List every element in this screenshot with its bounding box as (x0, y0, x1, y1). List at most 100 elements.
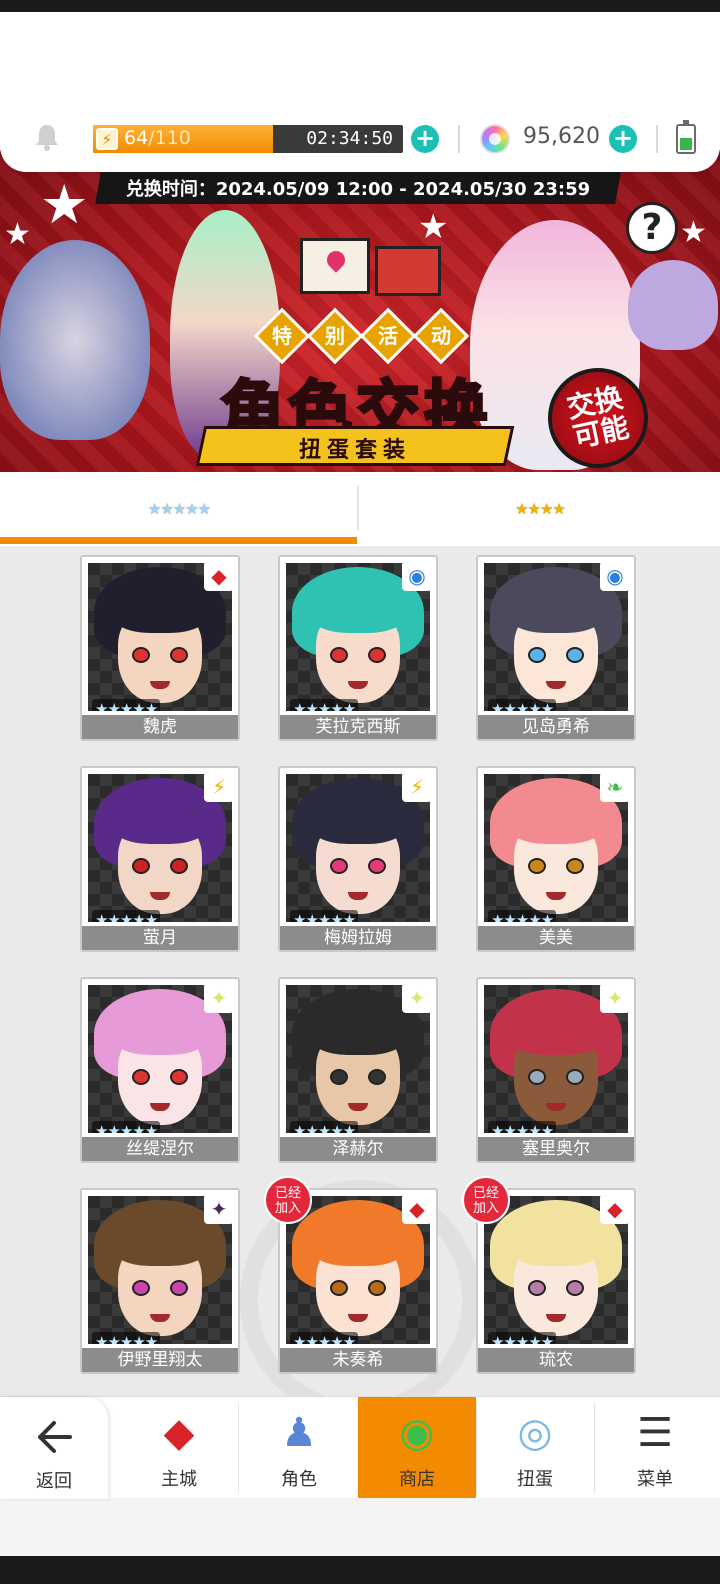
star-decoration-icon: ★ (40, 173, 89, 236)
rarity-stars: ★★★★★ (92, 910, 161, 922)
rarity-stars: ★★★★★ (488, 910, 557, 922)
character-card[interactable]: ★★★★★ ✦ 丝缇涅尔 (80, 977, 240, 1163)
character-name: 未奏希 (280, 1348, 436, 1372)
rarity-stars: ★★★★★ (290, 1332, 359, 1344)
tab-four-star[interactable]: ★★★★ (360, 472, 720, 546)
portrait-eye (132, 647, 150, 663)
menu-icon: ☰ (637, 1410, 673, 1456)
back-button[interactable]: 返回 (0, 1397, 108, 1499)
nav-label: 商店 (399, 1469, 435, 1490)
character-card[interactable]: ★★★★★ ✦ 伊野里翔太 (80, 1188, 240, 1374)
portrait-eye (170, 858, 188, 874)
portrait-bangs (506, 794, 606, 844)
event-ribbon-text: 扭蛋套装 (298, 438, 411, 463)
resource-header: ⚡ 64/110 02:34:50 + 95,620 + (0, 12, 720, 172)
portrait-eye (566, 1069, 584, 1085)
rarity-stars: ★★★★★ (290, 699, 359, 711)
character-icon: ♟ (281, 1410, 317, 1456)
nav-item-gacha[interactable]: ◎ 扭蛋 (476, 1397, 594, 1499)
portrait-eye (330, 858, 348, 874)
shop-icon: ◉ (399, 1410, 435, 1456)
character-name: 芙拉克西斯 (280, 715, 436, 739)
dark-sparkle-icon: ✦ (204, 1194, 234, 1224)
character-name: 魏虎 (82, 715, 238, 739)
nav-item-shop[interactable]: ◉ 商店 (358, 1397, 476, 1499)
character-card[interactable]: ★★★★★ ◆ 魏虎 (80, 555, 240, 741)
letter-icon (300, 238, 370, 294)
character-card[interactable]: ★★★★★ ❧ 美美 (476, 766, 636, 952)
status-bar (0, 0, 720, 12)
portrait-eye (566, 1280, 584, 1296)
divider (656, 125, 658, 153)
portrait-bangs (110, 1005, 210, 1055)
tab-five-star[interactable]: ★★★★★ (0, 472, 358, 546)
character-name: 美美 (478, 926, 634, 950)
character-card[interactable]: ★★★★★ ⚡ 萤月 (80, 766, 240, 952)
nav-item-character[interactable]: ♟ 角色 (240, 1397, 358, 1499)
rarity-stars: ★★★★★ (488, 1121, 557, 1133)
nav-item-town[interactable]: ◆ 主城 (120, 1397, 238, 1499)
mascot-illustration (628, 260, 718, 350)
portrait-bangs (506, 583, 606, 633)
thunder-bolt-icon: ⚡ (402, 772, 432, 802)
light-sparkle-icon: ✦ (600, 983, 630, 1013)
nav-label: 扭蛋 (517, 1469, 553, 1490)
tab-separator (357, 486, 359, 530)
character-card[interactable]: ★★★★★ ✦ 泽赫尔 (278, 977, 438, 1163)
add-stamina-button[interactable]: + (411, 125, 439, 153)
dragon-illustration (0, 240, 150, 440)
portrait-eye (368, 858, 386, 874)
nav-label: 角色 (281, 1469, 317, 1490)
rarity-stars: ★★★★★ (92, 699, 161, 711)
ticket-icon (375, 246, 441, 296)
portrait-eye (170, 1069, 188, 1085)
five-star-label: ★★★★★ (147, 500, 211, 518)
character-card[interactable]: ★★★★★ ⚡ 梅姆拉姆 (278, 766, 438, 952)
thunder-bolt-icon: ⚡ (204, 772, 234, 802)
add-gems-button[interactable]: + (609, 125, 637, 153)
event-banner[interactable]: ★ ★ ★ ★ 兑换时间：2024.05/09 12:00 - 2024.05/… (0, 150, 720, 472)
portrait-bangs (506, 1005, 606, 1055)
back-label: 返回 (36, 1471, 72, 1492)
stamina-icon: ⚡ (96, 128, 118, 150)
nav-separator (594, 1403, 595, 1493)
stamina-timer: 02:34:50 (306, 128, 393, 149)
screen: ⚡ 64/110 02:34:50 + 95,620 + ★ ★ ★ ★ 兑换时… (0, 0, 720, 1584)
portrait-eye (170, 1280, 188, 1296)
portrait-eye (132, 858, 150, 874)
rarity-stars: ★★★★★ (290, 1121, 359, 1133)
portrait-bangs (308, 1216, 408, 1266)
rarity-tabs: ★★★★★ ★★★★ (0, 472, 720, 546)
star-decoration-icon: ★ (4, 217, 31, 252)
star-decoration-icon: ★ (418, 207, 449, 247)
character-card[interactable]: ★★★★★ ◆ 未奏希 已经 加入 (264, 1176, 438, 1374)
portrait-bangs (308, 583, 408, 633)
gacha-icon: ◎ (517, 1410, 553, 1456)
nav-item-menu[interactable]: ☰ 菜单 (596, 1397, 714, 1499)
bell-icon[interactable] (32, 122, 62, 152)
character-card[interactable]: ★★★★★ ◉ 芙拉克西斯 (278, 555, 438, 741)
star-decoration-icon: ★ (680, 215, 707, 250)
fire-diamond-icon: ◆ (600, 1194, 630, 1224)
character-name: 见岛勇希 (478, 715, 634, 739)
character-card[interactable]: ★★★★★ ◉ 见岛勇希 (476, 555, 636, 741)
stamina-bar: ⚡ 64/110 02:34:50 (93, 125, 403, 153)
stamina-value: 64/110 (124, 127, 191, 149)
help-button[interactable]: ? (626, 202, 678, 254)
light-sparkle-icon: ✦ (402, 983, 432, 1013)
character-name: 伊野里翔太 (82, 1348, 238, 1372)
portrait-bangs (308, 794, 408, 844)
portrait-eye (528, 1280, 546, 1296)
portrait-eye (528, 1069, 546, 1085)
active-tab-indicator (0, 537, 357, 544)
exchange-period: 兑换时间：2024.05/09 12:00 - 2024.05/30 23:59 (125, 179, 591, 200)
character-name: 琉农 (478, 1348, 634, 1372)
joined-badge: 已经 加入 (264, 1176, 312, 1224)
joined-badge: 已经 加入 (462, 1176, 510, 1224)
character-card[interactable]: ★★★★★ ◆ 琉农 已经 加入 (462, 1176, 636, 1374)
water-circle-icon: ◉ (600, 561, 630, 591)
portrait-eye (528, 647, 546, 663)
portrait-eye (528, 858, 546, 874)
four-star-label: ★★★★ (515, 500, 566, 518)
character-card[interactable]: ★★★★★ ✦ 塞里奥尔 (476, 977, 636, 1163)
